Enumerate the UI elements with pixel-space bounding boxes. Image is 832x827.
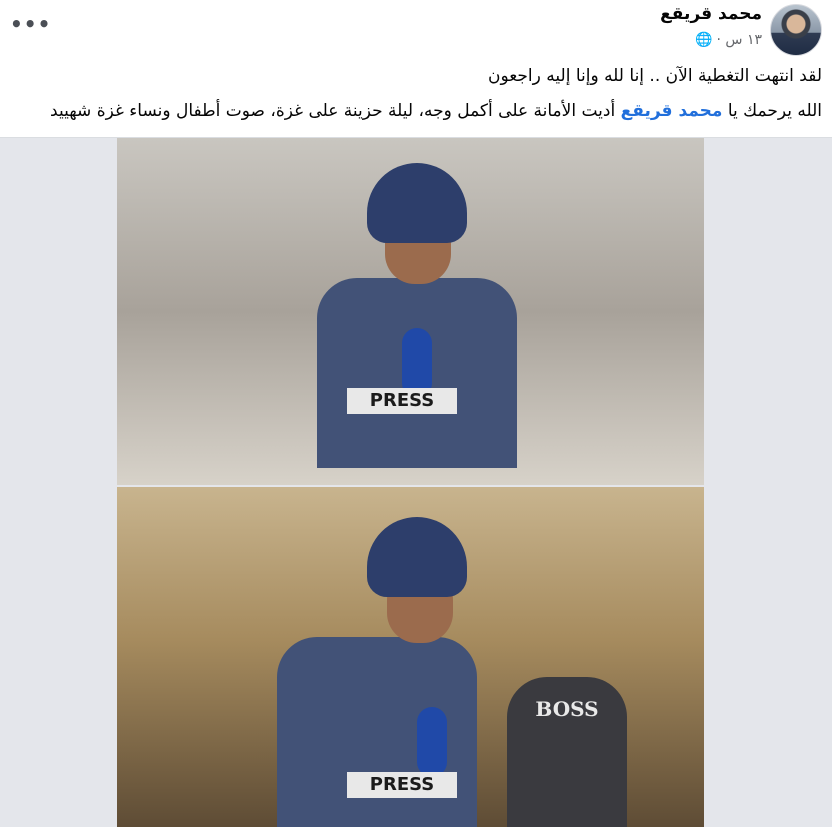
- post-time[interactable]: ١٣ س ·: [717, 32, 763, 48]
- post-text-line-2: الله يرحمك يا محمد قريقع أديت الأمانة عل…: [10, 99, 822, 123]
- photo-2[interactable]: PRESS BOSS: [117, 487, 704, 827]
- globe-icon: 🌐: [695, 32, 713, 48]
- post-header: محمد قريقع ١٣ س · 🌐 •••: [0, 0, 832, 62]
- post-media: PRESS PRESS BOSS: [0, 137, 832, 827]
- author-avatar[interactable]: [770, 4, 822, 56]
- post-meta: ١٣ س · 🌐: [695, 32, 762, 48]
- vest: [277, 637, 477, 827]
- press-tag: PRESS: [347, 772, 457, 798]
- post-text-line-1: لقد انتهت التغطية الآن .. إنا لله وإنا إ…: [487, 66, 822, 86]
- press-tag: PRESS: [347, 388, 457, 414]
- mention-link[interactable]: محمد قريقع: [621, 101, 723, 121]
- post-text-suffix: أديت الأمانة على أكمل وجه، ليلة حزينة عل…: [50, 101, 616, 121]
- microphone: [417, 707, 447, 777]
- more-icon[interactable]: •••: [10, 12, 51, 36]
- helmet: [367, 163, 467, 243]
- helmet: [367, 517, 467, 597]
- author-name[interactable]: محمد قريقع: [660, 4, 762, 24]
- boss-shirt: BOSS: [507, 677, 627, 827]
- photo-1[interactable]: PRESS: [117, 138, 704, 485]
- post-text-prefix: الله يرحمك يا: [727, 101, 822, 121]
